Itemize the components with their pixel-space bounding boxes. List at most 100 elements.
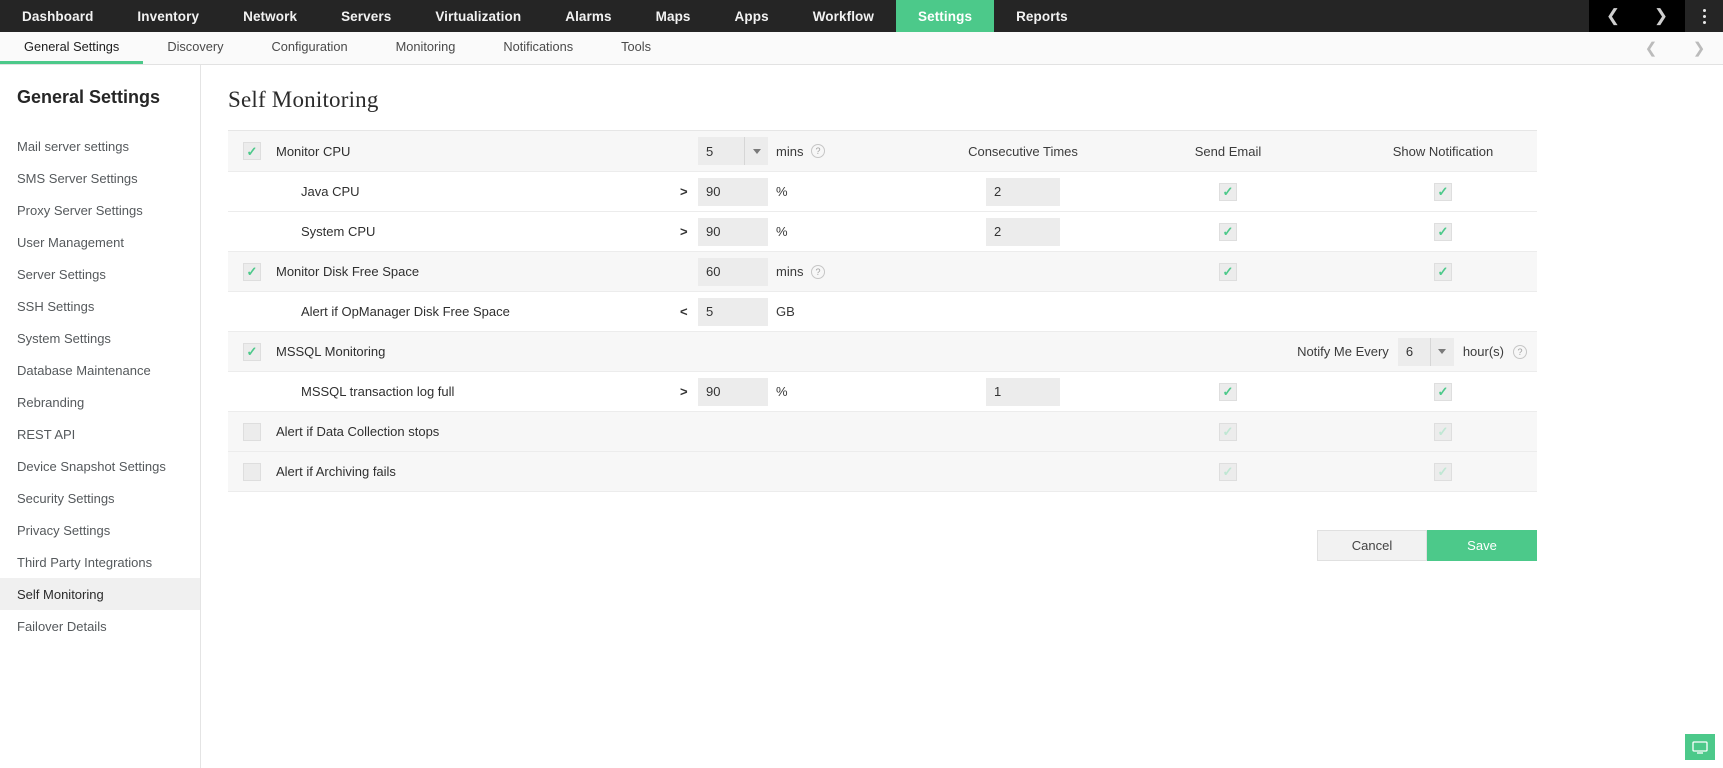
topnav-item-virtualization[interactable]: Virtualization <box>413 0 543 32</box>
help-icon[interactable]: ? <box>1513 344 1527 359</box>
java-cpu-send-email-checkbox[interactable]: ✓ <box>1219 182 1237 201</box>
alert-archiving-fails-show-notification-checkbox[interactable]: ✓ <box>1434 462 1452 481</box>
alert-archiving-fails-send-email-checkbox[interactable]: ✓ <box>1219 462 1237 481</box>
topnav-item-servers[interactable]: Servers <box>319 0 413 32</box>
topnav-item-network[interactable]: Network <box>221 0 319 32</box>
monitor-disk-free-space-interval-input[interactable] <box>698 257 768 286</box>
alert-data-collection-stops-send-email-cell: ✓ <box>1153 422 1303 441</box>
topnav-item-reports[interactable]: Reports <box>994 0 1090 32</box>
subnav-spacer <box>675 32 1627 64</box>
subnav-chevron-left-icon[interactable]: ❮ <box>1627 32 1675 64</box>
page-title: Self Monitoring <box>228 87 379 112</box>
subnav-chevron-right-icon[interactable]: ❯ <box>1675 32 1723 64</box>
sidebar-item-failover-details[interactable]: Failover Details <box>0 610 200 642</box>
check-icon: ✓ <box>1222 384 1234 399</box>
mssql-transaction-log-full-send-email-checkbox[interactable]: ✓ <box>1219 382 1237 401</box>
system-cpu-send-email-checkbox[interactable]: ✓ <box>1219 222 1237 241</box>
sidebar-item-ssh-settings[interactable]: SSH Settings <box>0 290 200 322</box>
java-cpu-show-notification-checkbox[interactable]: ✓ <box>1434 182 1452 201</box>
system-cpu-threshold-input[interactable] <box>698 217 768 246</box>
more-vertical-icon[interactable] <box>1685 0 1723 32</box>
java-cpu-consecutive-input[interactable] <box>986 177 1060 206</box>
topnav-item-maps[interactable]: Maps <box>634 0 713 32</box>
table-row-mssql-monitoring: ✓ MSSQL Monitoring Notify Me Every hour(… <box>228 332 1537 372</box>
sidebar-item-sms-server-settings[interactable]: SMS Server Settings <box>0 162 200 194</box>
sidebar-item-rebranding[interactable]: Rebranding <box>0 386 200 418</box>
chevron-right-icon[interactable]: ❯ <box>1637 0 1685 32</box>
monitor-disk-free-space-show-notification-cell: ✓ <box>1353 262 1533 281</box>
alert-data-collection-stops-show-notification-checkbox[interactable]: ✓ <box>1434 422 1452 441</box>
tab-configuration[interactable]: Configuration <box>248 32 372 64</box>
tab-label: Discovery <box>167 39 224 54</box>
sidebar-item-device-snapshot-settings[interactable]: Device Snapshot Settings <box>0 450 200 482</box>
mssql-notify-input[interactable] <box>1397 337 1430 366</box>
sidebar-item-mail-server-settings[interactable]: Mail server settings <box>0 130 200 162</box>
mssql-monitoring-label: MSSQL Monitoring <box>276 344 386 359</box>
mssql-transaction-log-full-consecutive-input[interactable] <box>986 377 1060 406</box>
mssql-monitoring-checkbox[interactable]: ✓ <box>243 342 261 361</box>
cancel-button[interactable]: Cancel <box>1317 530 1427 561</box>
help-icon[interactable]: ? <box>811 144 825 158</box>
tab-tools[interactable]: Tools <box>597 32 675 64</box>
sidebar-item-label: REST API <box>17 426 76 442</box>
sidebar-item-privacy-settings[interactable]: Privacy Settings <box>0 514 200 546</box>
system-cpu-unit: % <box>776 224 788 239</box>
mssql-notify-select[interactable] <box>1397 337 1454 366</box>
monitor-cpu-interval-input[interactable] <box>698 137 744 165</box>
mssql-transaction-log-full-show-notification-checkbox[interactable]: ✓ <box>1434 382 1452 401</box>
topnav-item-apps[interactable]: Apps <box>713 0 791 32</box>
java-cpu-threshold-input[interactable] <box>698 177 768 206</box>
topnav-item-workflow[interactable]: Workflow <box>791 0 896 32</box>
tab-discovery[interactable]: Discovery <box>143 32 247 64</box>
topnav-item-alarms[interactable]: Alarms <box>543 0 633 32</box>
monitor-disk-free-space-send-email-checkbox[interactable]: ✓ <box>1219 262 1237 281</box>
table-row-java-cpu: Java CPU > % ✓ ✓ <box>228 172 1537 212</box>
top-navigation-bar: Dashboard Inventory Network Servers Virt… <box>0 0 1723 32</box>
sidebar-item-label: Mail server settings <box>17 138 129 154</box>
help-icon[interactable]: ? <box>811 264 825 279</box>
alert-archiving-fails-checkbox-cell: ✓ <box>228 462 264 481</box>
monitor-disk-free-space-checkbox[interactable]: ✓ <box>243 262 261 281</box>
alert-archiving-fails-label: Alert if Archiving fails <box>276 464 396 479</box>
sidebar-item-server-settings[interactable]: Server Settings <box>0 258 200 290</box>
monitor-cpu-interval-select[interactable] <box>698 137 768 165</box>
tab-label: Notifications <box>503 39 574 54</box>
alert-data-collection-stops-send-email-checkbox[interactable]: ✓ <box>1219 422 1237 441</box>
chevron-left-icon[interactable]: ❮ <box>1589 0 1637 32</box>
tab-notifications[interactable]: Notifications <box>479 32 597 64</box>
sidebar-item-rest-api[interactable]: REST API <box>0 418 200 450</box>
save-button[interactable]: Save <box>1427 530 1537 561</box>
topnav-label: Reports <box>1016 8 1068 24</box>
sidebar-item-user-management[interactable]: User Management <box>0 226 200 258</box>
topnav-label: Alarms <box>565 8 612 24</box>
alert-data-collection-stops-checkbox[interactable]: ✓ <box>243 422 261 441</box>
mssql-transaction-log-full-input[interactable] <box>698 377 768 406</box>
system-cpu-show-notification-checkbox[interactable]: ✓ <box>1434 222 1452 241</box>
alert-opmanager-disk-free-space-input[interactable] <box>698 297 768 326</box>
topnav-item-inventory[interactable]: Inventory <box>115 0 221 32</box>
alert-archiving-fails-checkbox[interactable]: ✓ <box>243 462 261 481</box>
sidebar-item-proxy-server-settings[interactable]: Proxy Server Settings <box>0 194 200 226</box>
check-icon: ✓ <box>1437 264 1449 279</box>
topnav-item-settings[interactable]: Settings <box>896 0 995 32</box>
sidebar-item-third-party-integrations[interactable]: Third Party Integrations <box>0 546 200 578</box>
tab-general-settings[interactable]: General Settings <box>0 32 144 64</box>
monitor-cpu-checkbox[interactable]: ✓ <box>243 142 261 160</box>
chevron-down-icon[interactable] <box>744 137 768 165</box>
topnav-item-dashboard[interactable]: Dashboard <box>0 0 115 32</box>
table-row-monitor-cpu: ✓ Monitor CPU mins ? Consecutive Times S… <box>228 131 1537 172</box>
topnav-label: Virtualization <box>435 8 522 24</box>
check-icon: ✓ <box>1222 184 1234 199</box>
chevron-down-icon[interactable] <box>1429 337 1454 366</box>
sidebar-item-database-maintenance[interactable]: Database Maintenance <box>0 354 200 386</box>
alert-data-collection-stops-show-notification-cell: ✓ <box>1353 422 1533 441</box>
sidebar-item-security-settings[interactable]: Security Settings <box>0 482 200 514</box>
monitor-disk-free-space-show-notification-checkbox[interactable]: ✓ <box>1434 262 1452 281</box>
sidebar-item-system-settings[interactable]: System Settings <box>0 322 200 354</box>
system-cpu-consecutive-input[interactable] <box>986 217 1060 246</box>
check-icon: ✓ <box>1222 224 1234 239</box>
support-widget-icon[interactable] <box>1685 734 1715 760</box>
tab-monitoring[interactable]: Monitoring <box>372 32 480 64</box>
kebab-dot <box>1702 14 1706 18</box>
sidebar-item-self-monitoring[interactable]: Self Monitoring <box>0 578 200 610</box>
